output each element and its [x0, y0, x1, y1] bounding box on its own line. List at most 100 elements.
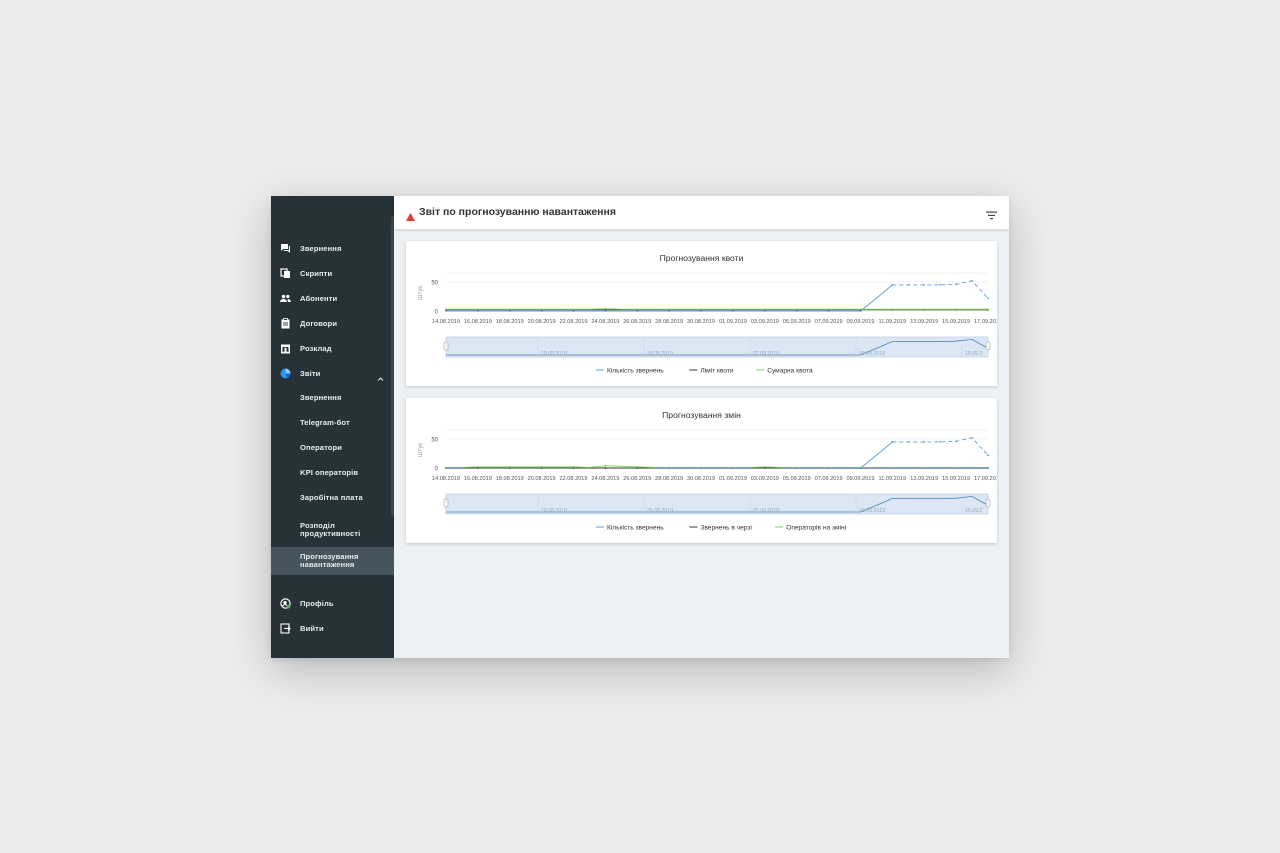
series-line-forecast: [892, 280, 989, 299]
series-line: [446, 284, 893, 312]
sidebar-item-label: Абоненти: [300, 294, 338, 303]
sidebar-subitem-label: Розподіл продуктивності: [300, 521, 360, 539]
x-tick-label: 22.08.2019: [560, 476, 588, 482]
x-tick-label: 16.08.2019: [464, 319, 492, 325]
data-point: [891, 441, 894, 443]
data-point: [795, 466, 798, 469]
sidebar-subitem-label: Оператори: [300, 443, 343, 453]
x-tick-label: 01.09.2019: [719, 476, 747, 482]
x-tick-label: 01.09.2019: [719, 319, 747, 325]
navigator-handle-right: [985, 341, 991, 351]
navigator-label: 02.09.2019: [753, 508, 779, 514]
series-line-forecast: [892, 437, 989, 456]
data-point: [476, 465, 479, 468]
y-tick-label: 0: [435, 467, 439, 473]
sidebar-subitem-label: KPI операторів: [300, 468, 359, 478]
navigator-window: [445, 336, 989, 358]
pie-chart-icon: [280, 368, 291, 379]
sidebar-subitem-telegram-bot[interactable]: Telegram-бот: [271, 411, 394, 436]
navigator-label: 09.09.2019: [859, 508, 885, 514]
data-point: [987, 297, 989, 300]
data-point: [923, 308, 926, 311]
data-point: [955, 308, 958, 311]
filter-icon[interactable]: [986, 207, 997, 225]
sidebar-subitem-productivity[interactable]: Розподіл продуктивності: [271, 516, 394, 544]
x-tick-label: 20.08.2019: [528, 476, 556, 482]
sidebar-item-label: Звіти: [300, 369, 321, 378]
x-tick-label: 07.09.2019: [815, 476, 843, 482]
data-point: [859, 308, 862, 311]
navigator-label: 26.08.2019: [647, 508, 673, 514]
x-tick-label: 18.08.2019: [496, 476, 524, 482]
y-axis-label: Штук: [418, 443, 424, 457]
x-tick-label: 17.09.2019: [974, 319, 997, 325]
x-tick-label: 13.09.2019: [910, 319, 938, 325]
data-point: [445, 466, 447, 469]
x-tick-label: 18.08.2019: [496, 319, 524, 325]
sidebar-subitem-salary[interactable]: Заробітна плата: [271, 486, 394, 511]
y-axis-label: Штук: [418, 286, 424, 300]
label-line-2: навантаження: [300, 560, 355, 569]
sidebar-item-scripts[interactable]: Скрипти: [271, 261, 394, 286]
data-point: [508, 465, 511, 468]
x-tick-label: 30.08.2019: [687, 476, 715, 482]
data-point: [891, 284, 894, 286]
navigator-label: 16.09.2: [965, 508, 982, 514]
sidebar-subitem-kpi[interactable]: KPI операторів: [271, 461, 394, 486]
legend-label: Кількість звернень: [607, 367, 664, 375]
warning-icon: [406, 208, 415, 226]
sidebar-item-logout[interactable]: Вийти: [271, 616, 394, 641]
x-tick-label: 15.09.2019: [942, 319, 970, 325]
data-point: [668, 308, 671, 311]
sidebar-item-reports[interactable]: Звіти: [271, 361, 394, 386]
data-point: [668, 466, 671, 469]
data-point: [540, 465, 543, 468]
data-point: [987, 466, 989, 469]
navigator-label: 19.08.2019: [541, 351, 567, 357]
sidebar-subitem-label: Заробітна плата: [300, 493, 363, 503]
sidebar-item-requests[interactable]: Звернення: [271, 236, 394, 261]
data-point: [987, 454, 989, 457]
x-tick-label: 26.08.2019: [623, 319, 651, 325]
sidebar-item-profile[interactable]: Профіль: [271, 591, 394, 616]
x-tick-label: 24.08.2019: [591, 476, 619, 482]
people-icon: [280, 293, 291, 304]
sidebar-subitem-label: Звернення: [300, 393, 342, 403]
data-point: [732, 308, 734, 311]
sidebar-item-contracts[interactable]: Договори: [271, 311, 394, 336]
sidebar-item-subscribers[interactable]: Абоненти: [271, 286, 394, 311]
navigator-label: 19.08.2019: [541, 508, 567, 514]
profile-icon: [280, 598, 291, 609]
sidebar-item-label: Профіль: [300, 599, 334, 608]
data-point: [939, 441, 942, 443]
x-tick-label: 15.09.2019: [942, 476, 970, 482]
sidebar-item-label: Скрипти: [300, 269, 333, 278]
data-point: [891, 466, 894, 469]
data-point: [923, 466, 926, 469]
sidebar-item-schedule[interactable]: Розклад: [271, 336, 394, 361]
data-point: [445, 308, 447, 311]
sidebar-item-label: Розклад: [300, 344, 332, 353]
x-tick-label: 16.08.2019: [464, 476, 492, 482]
data-point: [891, 308, 894, 311]
sidebar-subitem-requests-report[interactable]: Звернення: [271, 386, 394, 411]
x-tick-label: 17.09.2019: [974, 476, 997, 482]
navigator-handle-left: [443, 341, 449, 351]
data-point: [763, 465, 766, 468]
y-tick-label: 50: [431, 438, 438, 444]
data-point: [955, 283, 958, 286]
data-point: [700, 466, 702, 469]
sidebar-subitem-operators[interactable]: Оператори: [271, 436, 394, 461]
data-point: [923, 284, 926, 286]
sidebar-subitem-load-forecast[interactable]: Прогнозування навантаження: [271, 547, 394, 575]
data-point: [971, 279, 973, 282]
x-tick-label: 11.09.2019: [879, 319, 907, 325]
x-tick-label: 05.09.2019: [783, 319, 811, 325]
x-tick-label: 09.09.2019: [846, 476, 874, 482]
chevron-up-icon[interactable]: [377, 369, 384, 387]
sidebar-subitem-label: Telegram-бот: [300, 418, 350, 428]
data-point: [572, 308, 575, 311]
x-tick-label: 20.08.2019: [528, 319, 556, 325]
data-point: [700, 308, 702, 311]
data-point: [827, 308, 830, 311]
